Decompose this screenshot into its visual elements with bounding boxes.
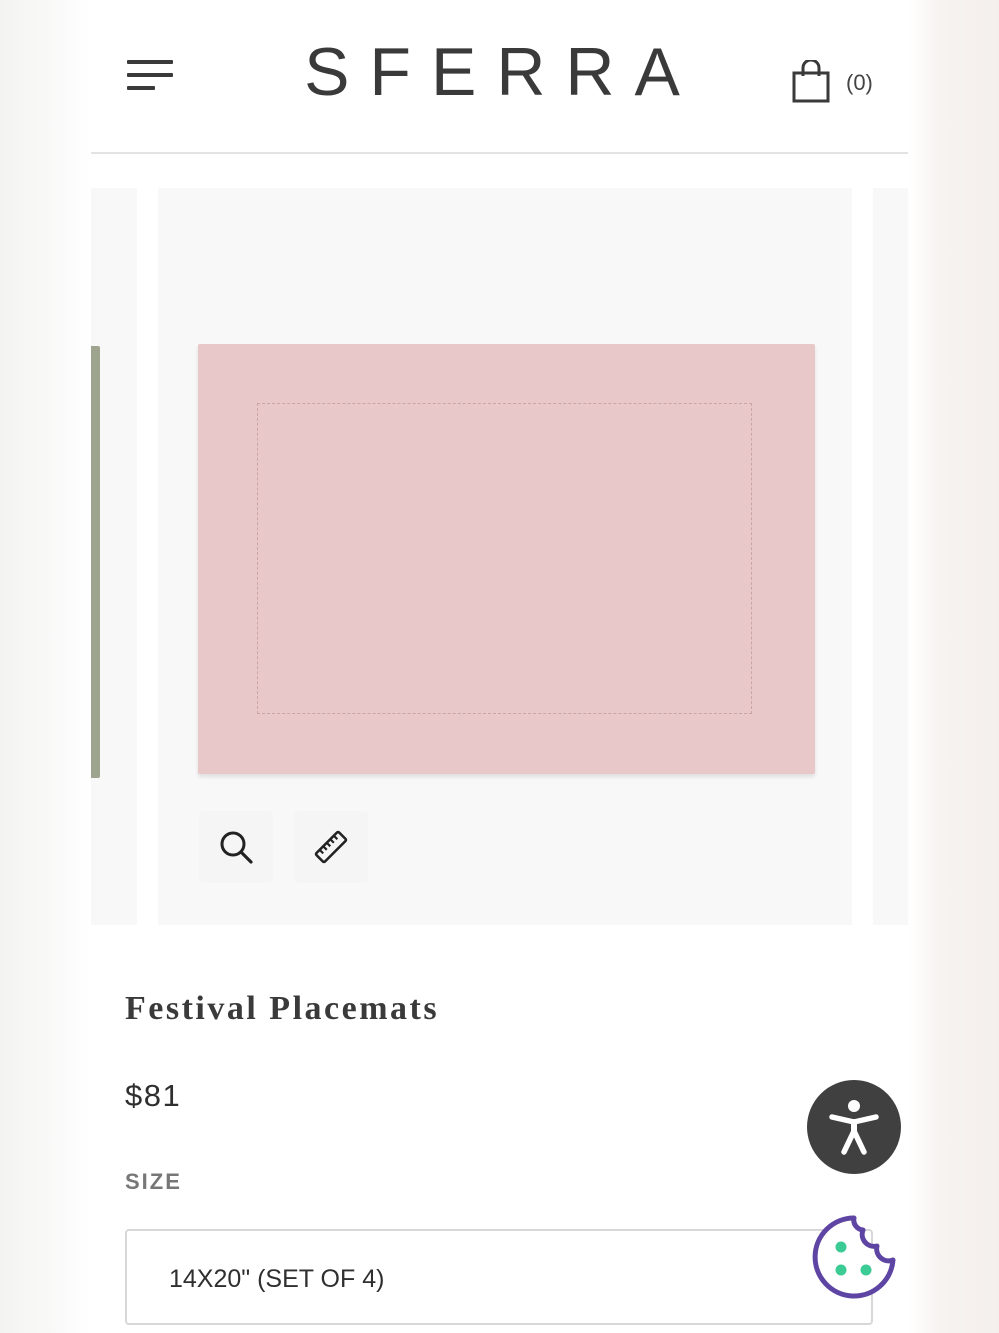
size-label: SIZE [125, 1169, 182, 1194]
menu-icon [127, 86, 155, 90]
cookie-icon [812, 1215, 896, 1299]
product-image-carousel[interactable] [91, 188, 908, 925]
product-title: Festival Placemats [125, 990, 440, 1027]
site-header: SFERRA (0) [91, 0, 908, 154]
accessibility-button[interactable] [807, 1080, 901, 1174]
cart-count: (0) [846, 70, 873, 95]
hemstitch-border [257, 403, 752, 714]
page-frame: SFERRA (0) Festival Placemats $81 SIZE 1… [91, 0, 908, 1333]
previous-slide[interactable] [91, 188, 137, 925]
ruler-icon [314, 830, 348, 864]
next-slide[interactable] [873, 188, 908, 925]
cart-button[interactable]: (0) [791, 60, 881, 106]
current-slide[interactable] [158, 188, 852, 925]
menu-button[interactable] [127, 58, 177, 94]
shopping-bag-icon [792, 60, 830, 103]
size-select[interactable]: 14X20" (SET OF 4) [125, 1229, 873, 1325]
magnifier-icon [220, 831, 253, 864]
accessibility-person-icon [829, 1100, 879, 1155]
size-selected-value: 14X20" (SET OF 4) [169, 1265, 385, 1293]
zoom-button[interactable] [199, 811, 273, 883]
menu-icon [127, 60, 173, 64]
size-guide-button[interactable] [294, 811, 368, 883]
product-price: $81 [125, 1078, 182, 1113]
menu-icon [127, 73, 173, 77]
brand-logo[interactable]: SFERRA [287, 36, 717, 108]
cookie-settings-button[interactable] [811, 1214, 897, 1300]
sage-placemat-image [91, 346, 100, 778]
rose-placemat-image [198, 344, 815, 774]
